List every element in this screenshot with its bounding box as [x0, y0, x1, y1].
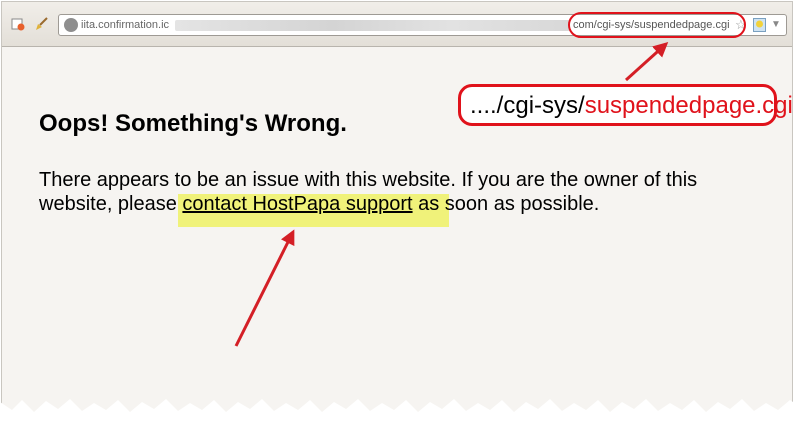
arrow-to-url [624, 41, 669, 82]
torn-edge [0, 399, 799, 430]
annotation-arrows [0, 41, 799, 430]
arrow-to-link [234, 229, 295, 347]
